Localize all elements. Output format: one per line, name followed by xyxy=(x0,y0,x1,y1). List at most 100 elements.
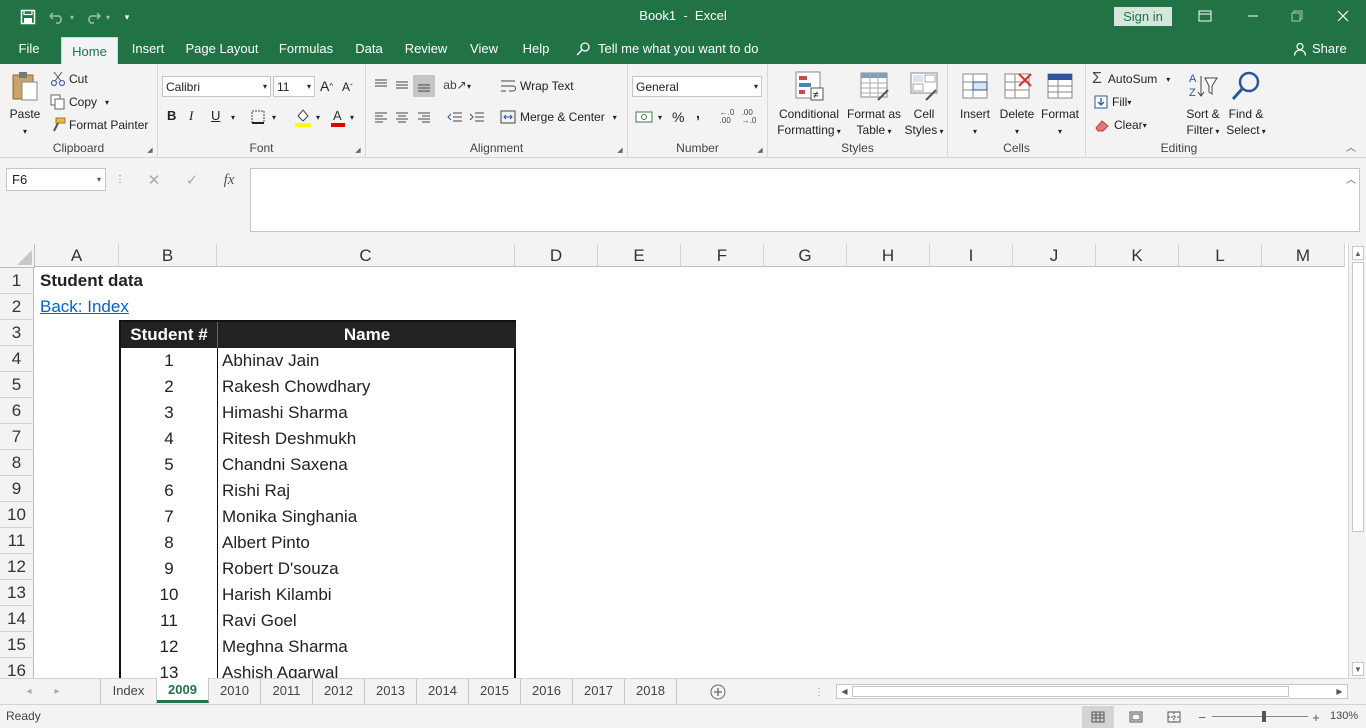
font-size-select[interactable]: 11 ▾ xyxy=(273,76,315,97)
autosum-button[interactable]: Σ AutoSum ▾ xyxy=(1092,70,1170,88)
sheet-tab-2009[interactable]: 2009 xyxy=(157,678,209,703)
row-header-5[interactable]: 5 xyxy=(0,372,34,398)
fill-button[interactable]: Fill ▾ xyxy=(1094,93,1131,111)
italic-icon[interactable]: I xyxy=(189,108,193,124)
row-header-14[interactable]: 14 xyxy=(0,606,34,632)
tab-view[interactable]: View xyxy=(467,34,501,64)
student-number-cell[interactable]: 8 xyxy=(121,530,217,556)
comma-style-icon[interactable]: , xyxy=(696,105,700,121)
back-to-index-link[interactable]: Back: Index xyxy=(40,294,129,320)
dialog-launcher-icon[interactable]: ◢ xyxy=(616,146,624,154)
column-header-m[interactable]: M xyxy=(1262,244,1345,267)
header-student-number[interactable]: Student # xyxy=(121,322,218,348)
student-number-cell[interactable]: 4 xyxy=(121,426,217,452)
row-header-4[interactable]: 4 xyxy=(0,346,34,372)
chevron-down-icon[interactable]: ▾ xyxy=(103,8,113,26)
collapse-formula-bar-icon[interactable]: ︿ xyxy=(1344,172,1358,186)
tab-page-layout[interactable]: Page Layout xyxy=(184,34,260,64)
decrease-indent-icon[interactable] xyxy=(446,108,464,126)
student-name-cell[interactable]: Ravi Goel xyxy=(222,608,297,634)
scroll-right-icon[interactable]: ▶ xyxy=(1333,685,1346,698)
chevron-down-icon[interactable]: ▾ xyxy=(656,111,664,123)
sheet-tab-2013[interactable]: 2013 xyxy=(365,679,417,704)
orientation-icon[interactable]: ab↗ xyxy=(443,76,466,94)
row-header-11[interactable]: 11 xyxy=(0,528,34,554)
fill-color-icon[interactable] xyxy=(294,107,312,127)
horizontal-scrollbar[interactable]: ◀ ▶ xyxy=(836,684,1348,699)
column-header-e[interactable]: E xyxy=(598,244,681,267)
sheet-tab-2016[interactable]: 2016 xyxy=(521,679,573,704)
collapse-ribbon-icon[interactable]: ︿ xyxy=(1344,140,1358,154)
minimize-icon[interactable] xyxy=(1244,8,1262,24)
delete-cells-button[interactable]: Delete ▾ xyxy=(996,70,1038,140)
row-header-12[interactable]: 12 xyxy=(0,554,34,580)
sheet-tab-2014[interactable]: 2014 xyxy=(417,679,469,704)
align-bottom-icon[interactable] xyxy=(413,75,435,97)
copy-button[interactable]: Copy ▾ xyxy=(50,93,109,111)
row-header-6[interactable]: 6 xyxy=(0,398,34,424)
sheet-tab-2011[interactable]: 2011 xyxy=(261,679,313,704)
row-header-10[interactable]: 10 xyxy=(0,502,34,528)
merge-center-button[interactable]: Merge & Center ▾ xyxy=(500,108,617,126)
sort-filter-button[interactable]: AZ Sort & Filter ▾ xyxy=(1182,70,1224,140)
chevron-down-icon[interactable]: ▾ xyxy=(613,113,617,122)
column-header-j[interactable]: J xyxy=(1013,244,1096,267)
student-number-cell[interactable]: 5 xyxy=(121,452,217,478)
borders-icon[interactable] xyxy=(250,109,266,125)
chevron-down-icon[interactable]: ▾ xyxy=(465,80,473,92)
format-cells-button[interactable]: Format ▾ xyxy=(1038,70,1082,140)
column-header-b[interactable]: B xyxy=(119,244,217,267)
student-name-cell[interactable]: Ritesh Deshmukh xyxy=(222,426,356,452)
scroll-tabs-left-icon[interactable]: ◂ xyxy=(22,683,36,699)
dialog-launcher-icon[interactable]: ◢ xyxy=(756,146,764,154)
align-center-icon[interactable] xyxy=(393,108,411,126)
chevron-down-icon[interactable]: ▾ xyxy=(229,111,237,123)
student-number-cell[interactable]: 3 xyxy=(121,400,217,426)
tab-insert[interactable]: Insert xyxy=(128,34,168,64)
increase-font-size-icon[interactable]: A ^ xyxy=(320,78,333,94)
chevron-down-icon[interactable]: ▾ xyxy=(67,8,77,26)
restore-icon[interactable] xyxy=(1288,8,1306,24)
row-header-2[interactable]: 2 xyxy=(0,294,34,320)
horizontal-scroll-thumb[interactable] xyxy=(852,686,1289,697)
tab-review[interactable]: Review xyxy=(402,34,450,64)
zoom-slider[interactable] xyxy=(1212,711,1308,722)
decrease-decimal-icon[interactable]: .00 →.0 xyxy=(740,108,758,126)
redo-icon[interactable] xyxy=(84,8,102,26)
dialog-launcher-icon[interactable]: ◢ xyxy=(354,146,362,154)
insert-cells-button[interactable]: Insert ▾ xyxy=(954,70,996,140)
column-header-l[interactable]: L xyxy=(1179,244,1262,267)
zoom-slider-thumb[interactable] xyxy=(1262,711,1266,722)
name-box[interactable]: F6 ▾ xyxy=(6,168,106,191)
sheet-tab-2012[interactable]: 2012 xyxy=(313,679,365,704)
increase-decimal-icon[interactable]: ←.0.00 xyxy=(718,108,736,126)
insert-function-icon[interactable]: fx xyxy=(218,170,240,190)
number-format-select[interactable]: General ▾ xyxy=(632,76,762,97)
close-icon[interactable] xyxy=(1334,8,1352,24)
sheet-title[interactable]: Student data xyxy=(40,268,143,294)
formula-bar-splitter-icon[interactable]: ⋮ xyxy=(115,172,125,186)
student-number-cell[interactable]: 6 xyxy=(121,478,217,504)
cancel-entry-icon[interactable]: ✕ xyxy=(144,170,164,190)
confirm-entry-icon[interactable]: ✓ xyxy=(182,170,202,190)
student-number-cell[interactable]: 11 xyxy=(121,608,217,634)
sheet-tab-2010[interactable]: 2010 xyxy=(209,679,261,704)
student-name-cell[interactable]: Himashi Sharma xyxy=(222,400,348,426)
row-header-1[interactable]: 1 xyxy=(0,268,34,294)
row-header-15[interactable]: 15 xyxy=(0,632,34,658)
find-select-button[interactable]: Find & Select ▾ xyxy=(1224,70,1268,140)
student-name-cell[interactable]: Albert Pinto xyxy=(222,530,310,556)
tab-data[interactable]: Data xyxy=(351,34,387,64)
student-name-cell[interactable]: Rakesh Chowdhary xyxy=(222,374,370,400)
bold-icon[interactable]: B xyxy=(167,108,176,123)
row-header-16[interactable]: 16 xyxy=(0,658,34,678)
tab-help[interactable]: Help xyxy=(519,34,553,64)
chevron-down-icon[interactable]: ▾ xyxy=(270,111,278,123)
percent-style-icon[interactable]: % xyxy=(672,109,684,125)
normal-view-icon[interactable] xyxy=(1082,706,1114,728)
column-header-d[interactable]: D xyxy=(515,244,598,267)
accounting-format-icon[interactable] xyxy=(634,108,654,126)
sign-in-button[interactable]: Sign in xyxy=(1114,7,1172,26)
tab-file[interactable]: File xyxy=(12,34,46,64)
student-name-cell[interactable]: Harish Kilambi xyxy=(222,582,332,608)
